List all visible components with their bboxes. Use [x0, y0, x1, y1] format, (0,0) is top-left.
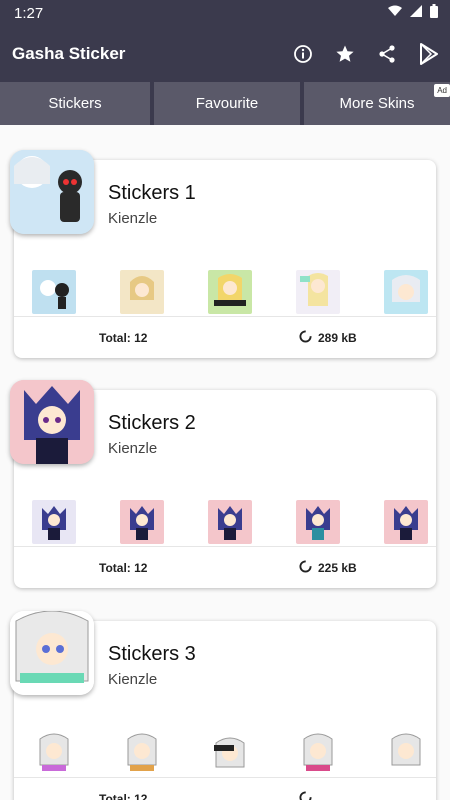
sticker-preview[interactable] — [32, 270, 76, 314]
pack-title: Stickers 3 — [108, 643, 196, 665]
pack-size — [299, 790, 318, 800]
sticker-preview[interactable] — [296, 731, 340, 775]
sticker-preview[interactable] — [208, 500, 252, 544]
loading-icon — [299, 559, 312, 576]
sticker-preview[interactable] — [32, 500, 76, 544]
sticker-pack-2[interactable]: Stickers 2 Kienzle Total: 12 225 kB — [10, 380, 438, 590]
share-icon[interactable] — [376, 43, 398, 65]
tab-more-skins[interactable]: More Skins Ad — [304, 82, 450, 125]
pack-author: Kienzle — [108, 210, 158, 227]
sticker-preview[interactable] — [120, 500, 164, 544]
wifi-icon — [388, 4, 402, 22]
tab-favourite[interactable]: Favourite — [154, 82, 300, 125]
sticker-count: Total: 12 — [99, 791, 148, 800]
card-footer: Total: 12 225 kB — [14, 547, 436, 588]
sticker-preview[interactable] — [208, 731, 252, 775]
pack-size-label: 289 kB — [318, 330, 357, 345]
sticker-preview[interactable] — [384, 270, 428, 314]
star-icon[interactable] — [334, 43, 356, 65]
sticker-preview[interactable] — [120, 270, 164, 314]
loading-icon — [299, 790, 312, 800]
tab-favourite-label: Favourite — [195, 95, 259, 112]
app-title: Gasha Sticker — [12, 44, 126, 63]
battery-icon — [430, 3, 438, 23]
pack-title: Stickers 1 — [108, 182, 196, 204]
sticker-pack-3[interactable]: Stickers 3 Kienzle Total: 12 — [10, 611, 438, 800]
status-icons — [388, 3, 438, 23]
tab-more-skins-label: More Skins — [339, 95, 415, 112]
pack-size: 225 kB — [299, 559, 357, 576]
sticker-previews — [32, 500, 428, 544]
card-footer: Total: 12 289 kB — [14, 317, 436, 358]
tab-stickers[interactable]: Stickers — [0, 82, 150, 125]
sticker-pack-list: Stickers 1 Kienzle Total: 12 289 kB Stic… — [0, 125, 450, 800]
card-footer: Total: 12 — [14, 778, 436, 800]
signal-icon — [410, 4, 422, 22]
sticker-previews — [32, 270, 428, 314]
pack-thumbnail — [10, 611, 94, 695]
sticker-pack-1[interactable]: Stickers 1 Kienzle Total: 12 289 kB — [10, 150, 438, 360]
tab-bar: Stickers Favourite More Skins Ad — [0, 82, 450, 125]
pack-thumbnail — [10, 150, 94, 234]
status-time: 1:27 — [14, 4, 44, 22]
pack-thumbnail — [10, 380, 94, 464]
pack-size-label: 225 kB — [318, 560, 357, 575]
app-bar: Gasha Sticker — [0, 26, 450, 82]
sticker-previews — [32, 731, 428, 775]
info-icon[interactable] — [292, 43, 314, 65]
sticker-preview[interactable] — [384, 731, 428, 775]
pack-author: Kienzle — [108, 671, 158, 688]
sticker-preview[interactable] — [384, 500, 428, 544]
app-actions — [292, 43, 440, 65]
pack-author: Kienzle — [108, 440, 158, 457]
tab-stickers-label: Stickers — [48, 95, 102, 112]
sticker-count: Total: 12 — [99, 560, 148, 575]
sticker-preview[interactable] — [32, 731, 76, 775]
sticker-preview[interactable] — [296, 500, 340, 544]
status-bar: 1:27 — [0, 0, 450, 26]
sticker-preview[interactable] — [296, 270, 340, 314]
pack-size: 289 kB — [299, 329, 357, 346]
ad-badge: Ad — [434, 84, 450, 97]
sticker-count: Total: 12 — [99, 330, 148, 345]
sticker-preview[interactable] — [208, 270, 252, 314]
loading-icon — [299, 329, 312, 346]
sticker-preview[interactable] — [120, 731, 164, 775]
play-store-icon[interactable] — [418, 43, 440, 65]
pack-title: Stickers 2 — [108, 412, 196, 434]
